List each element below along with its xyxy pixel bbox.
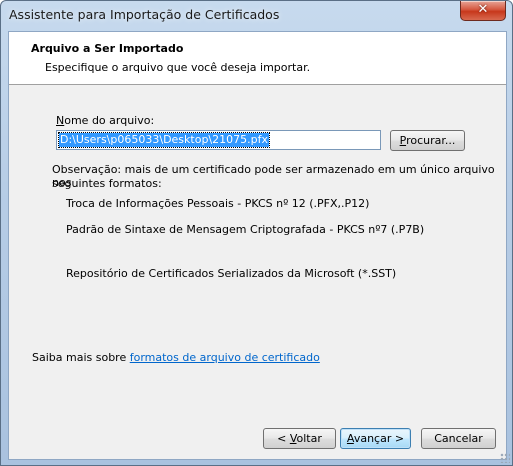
- title-bar[interactable]: Assistente para Importação de Certificad…: [1, 1, 512, 31]
- next-label: vançar >: [353, 432, 405, 445]
- browse-button[interactable]: Procurar...: [390, 130, 465, 151]
- next-accesskey: A: [346, 432, 354, 445]
- next-button[interactable]: Avançar >: [340, 428, 411, 449]
- format-p7b: Padrão de Sintaxe de Mensagem Criptograf…: [66, 223, 425, 236]
- cancel-button[interactable]: Cancelar: [421, 428, 496, 449]
- wizard-window: Assistente para Importação de Certificad…: [0, 0, 513, 466]
- wizard-content: Arquivo a Ser Importado Especifique o ar…: [8, 31, 507, 460]
- cert-formats-link[interactable]: formatos de arquivo de certificado: [130, 351, 320, 364]
- filename-label: Nome do arquivo:: [56, 114, 154, 127]
- back-button[interactable]: < Voltar: [263, 428, 336, 449]
- close-icon: ✕: [477, 2, 489, 17]
- back-accesskey: V: [289, 432, 297, 445]
- resize-grip[interactable]: [500, 453, 510, 463]
- page-title: Arquivo a Ser Importado: [31, 42, 184, 55]
- format-sst: Repositório de Certificados Serializados…: [66, 267, 397, 280]
- window-title: Assistente para Importação de Certificad…: [9, 7, 280, 22]
- wizard-header: Arquivo a Ser Importado Especifique o ar…: [9, 32, 506, 85]
- page-subtitle: Especifique o arquivo que você deseja im…: [45, 61, 311, 74]
- filename-input[interactable]: D:\Users\p065033\Desktop\21075.pfx: [56, 130, 381, 150]
- note-line-2: seguintes formatos:: [52, 177, 162, 190]
- back-label: oltar: [296, 432, 322, 445]
- learn-more-prefix: Saiba mais sobre: [32, 351, 130, 364]
- filename-label-accesskey: N: [56, 114, 65, 127]
- learn-more-text: Saiba mais sobre formatos de arquivo de …: [32, 351, 320, 364]
- back-prefix: <: [277, 432, 290, 445]
- browse-label: rocurar...: [406, 134, 456, 147]
- filename-value: D:\Users\p065033\Desktop\21075.pfx: [58, 132, 270, 148]
- close-button[interactable]: ✕: [460, 1, 506, 21]
- filename-label-text: ome do arquivo:: [64, 114, 155, 127]
- format-pfx: Troca de Informações Pessoais - PKCS nº …: [66, 197, 370, 210]
